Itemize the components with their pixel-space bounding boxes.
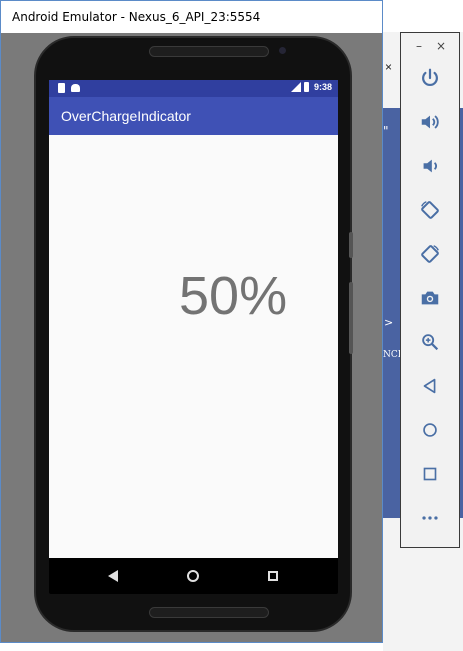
back-button[interactable]	[416, 372, 444, 400]
app-bar: OverChargeIndicator	[49, 97, 338, 135]
more-icon	[422, 516, 438, 520]
background-quote-text: "	[383, 124, 389, 138]
emulator-titlebar[interactable]: Android Emulator - Nexus_6_API_23:5554	[1, 1, 382, 33]
home-button[interactable]	[416, 416, 444, 444]
power-icon	[422, 68, 438, 87]
nav-overview-button[interactable]	[261, 564, 285, 588]
background-close-icon[interactable]: ×	[385, 60, 392, 74]
emulator-toolbar: – ×	[400, 32, 460, 548]
status-bar: 9:38	[49, 80, 338, 97]
phone-screen[interactable]: 9:38 OverChargeIndicator 50%	[49, 80, 338, 558]
zoom-button[interactable]	[416, 328, 444, 356]
top-speaker	[149, 46, 269, 57]
zoom-icon	[422, 334, 439, 351]
overview-icon	[423, 467, 437, 481]
overview-button[interactable]	[416, 460, 444, 488]
battery-icon	[303, 82, 309, 92]
app-title: OverChargeIndicator	[61, 108, 191, 124]
power-button[interactable]	[416, 64, 444, 92]
volume-down-button[interactable]	[416, 152, 444, 180]
back-triangle-icon	[108, 570, 118, 582]
background-arrow-icon: >	[384, 316, 394, 329]
android-notification-icon	[71, 84, 80, 92]
phone-frame: 9:38 OverChargeIndicator 50%	[34, 36, 352, 632]
toolbar-close-button[interactable]: ×	[436, 39, 446, 53]
signal-icon	[290, 82, 301, 92]
rotate-left-icon	[421, 201, 439, 219]
front-camera	[279, 47, 286, 54]
bottom-speaker	[149, 607, 269, 618]
toolbar-minimize-button[interactable]: –	[416, 39, 422, 53]
emulator-window: Android Emulator - Nexus_6_API_23:5554 9…	[0, 0, 383, 643]
nav-home-button[interactable]	[181, 564, 205, 588]
volume-up-button[interactable]	[416, 108, 444, 136]
home-icon	[423, 423, 437, 437]
home-circle-icon	[187, 570, 199, 582]
phone-volume-side-button[interactable]	[349, 282, 353, 354]
camera-icon	[421, 291, 439, 305]
charge-percent-text: 50%	[179, 266, 288, 326]
screenshot-button[interactable]	[416, 284, 444, 312]
rotate-left-button[interactable]	[416, 196, 444, 224]
back-icon	[423, 378, 436, 394]
sd-card-icon	[58, 83, 65, 93]
volume-up-icon	[421, 115, 439, 129]
window-title: Android Emulator - Nexus_6_API_23:5554	[12, 10, 261, 24]
rotate-right-button[interactable]	[416, 240, 444, 268]
more-button[interactable]	[416, 504, 444, 532]
overview-square-icon	[268, 571, 278, 581]
phone-power-side-button[interactable]	[349, 232, 353, 258]
volume-down-icon	[423, 159, 437, 173]
navigation-bar	[49, 558, 338, 594]
rotate-right-icon	[421, 245, 439, 263]
nav-back-button[interactable]	[101, 564, 125, 588]
status-time: 9:38	[313, 82, 332, 92]
background-snippet-text: NCI	[383, 350, 402, 360]
